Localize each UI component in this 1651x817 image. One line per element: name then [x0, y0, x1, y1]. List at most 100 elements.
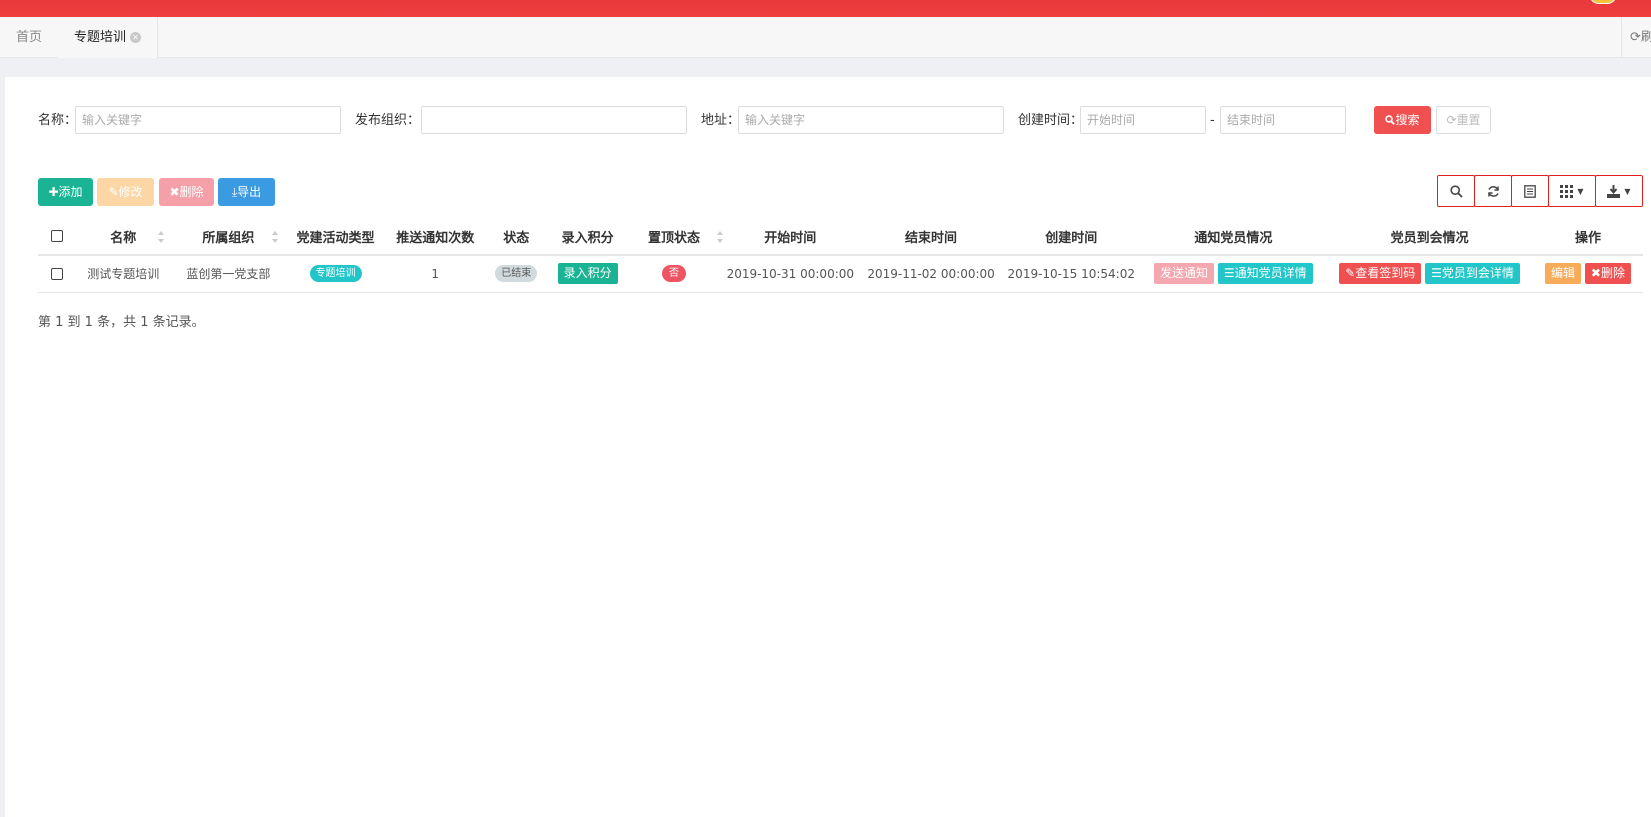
org-label: 发布组织：: [355, 113, 421, 128]
address-search-input[interactable]: [738, 106, 1004, 134]
edit-button-label: 修改: [118, 185, 143, 199]
col-header-name[interactable]: 名称: [75, 218, 172, 256]
refresh-icon: ⟳: [1630, 30, 1641, 45]
tab-special-training[interactable]: 专题培训 ✕: [58, 17, 159, 58]
delete-button-label: 删除: [179, 185, 204, 199]
send-notice-button[interactable]: 发送通知: [1154, 263, 1215, 285]
content-panel: 名称： 发布组织： 地址： 创建时间： - 搜索 ⟳重置 ✚添加 ✎修改 ✖删除…: [5, 77, 1651, 817]
cell-type: 专题培训: [285, 255, 386, 293]
name-search-input[interactable]: [75, 106, 341, 134]
top-header-bar: [0, 0, 1651, 17]
select-all-checkbox[interactable]: [50, 230, 63, 242]
attendance-detail-button[interactable]: ☰党员到会详情: [1425, 263, 1520, 285]
view-sign-code-label: 查看签到码: [1355, 266, 1416, 281]
toggle-view-button[interactable]: [1511, 175, 1549, 207]
col-header-label: 所属组织: [202, 230, 255, 246]
toggle-search-button[interactable]: [1437, 175, 1475, 207]
col-header-top[interactable]: 置顶状态: [627, 218, 724, 256]
cell-start: 2019-10-31 00:00:00: [720, 255, 861, 293]
close-icon[interactable]: ✕: [130, 32, 142, 43]
col-header-end: 结束时间: [860, 218, 1002, 256]
list-icon: ☰: [1223, 266, 1235, 281]
col-header-status: 状态: [484, 218, 548, 256]
user-avatar[interactable]: [1589, 0, 1617, 4]
search-form: 名称： 发布组织： 地址： 创建时间： - 搜索 ⟳重置: [5, 106, 1651, 135]
search-icon: [1385, 115, 1396, 125]
delete-button[interactable]: ✖删除: [159, 178, 214, 206]
tab-home[interactable]: 首页: [0, 17, 60, 58]
top-status-badge[interactable]: 否: [662, 265, 687, 283]
sort-icon[interactable]: [158, 231, 165, 243]
cell-top: 否: [627, 255, 721, 293]
caret-down-icon: ▼: [1577, 186, 1584, 196]
add-button-label: 添加: [58, 185, 83, 199]
end-time-input[interactable]: [1220, 106, 1346, 134]
col-header-label: 名称: [110, 230, 137, 246]
cell-name: 测试专题培训: [75, 255, 172, 293]
reset-button[interactable]: ⟳重置: [1436, 106, 1491, 134]
cell-end: 2019-11-02 00:00:00: [860, 255, 1002, 293]
org-select[interactable]: [421, 106, 687, 134]
col-header-org[interactable]: 所属组织: [171, 218, 286, 256]
col-header-notify: 通知党员情况: [1140, 218, 1327, 256]
export-menu-button[interactable]: ▼: [1595, 175, 1643, 207]
refresh-table-button[interactable]: [1474, 175, 1512, 207]
add-button[interactable]: ✚添加: [38, 178, 93, 206]
cell-actions: 编辑 ✖删除: [1533, 255, 1643, 293]
type-badge: 专题培训: [309, 265, 362, 283]
cell-created: 2019-10-15 10:54:02: [1001, 255, 1141, 293]
table-header-row: 名称 所属组织 党建活动类型 推送通知次数 状态 录入积分 置顶状态 开始时间 …: [38, 218, 1643, 256]
start-time-input[interactable]: [1080, 106, 1206, 134]
col-header-start: 开始时间: [720, 218, 861, 256]
col-header-push-count: 推送通知次数: [385, 218, 485, 256]
row-delete-label: 删除: [1600, 266, 1625, 281]
reset-button-label: 重置: [1456, 113, 1481, 127]
select-all-cell[interactable]: [38, 218, 76, 256]
col-header-actions: 操作: [1533, 218, 1643, 256]
edit-button[interactable]: ✎修改: [97, 178, 154, 206]
col-header-type: 党建活动类型: [285, 218, 386, 256]
close-icon: ✖: [169, 185, 180, 199]
pagination-info: 第 1 到 1 条，共 1 条记录。: [38, 315, 205, 330]
search-icon: [1449, 184, 1463, 198]
col-header-created: 创建时间: [1001, 218, 1141, 256]
tab-home-label: 首页: [16, 30, 43, 45]
edit-icon: ✎: [1345, 266, 1356, 281]
table-tools: ▼ ▼: [1437, 175, 1643, 207]
cell-push-count: 1: [385, 255, 485, 293]
tab-bar: 首页 专题培训✕ ⟳刷: [0, 17, 1651, 58]
enter-score-button[interactable]: 录入积分: [557, 263, 618, 285]
export-button-label: 导出: [237, 185, 262, 199]
grid-icon: [1560, 184, 1574, 198]
notice-detail-button[interactable]: ☰通知党员详情: [1217, 263, 1313, 285]
cell-status: 已结束: [484, 255, 548, 293]
caret-down-icon: ▼: [1624, 186, 1631, 196]
search-button[interactable]: 搜索: [1374, 106, 1431, 134]
view-sign-code-button[interactable]: ✎查看签到码: [1339, 263, 1422, 285]
plus-icon: ✚: [48, 185, 59, 199]
sort-icon[interactable]: [272, 231, 279, 243]
row-delete-button[interactable]: ✖删除: [1584, 263, 1631, 285]
range-separator: -: [1210, 113, 1215, 128]
notice-detail-label: 通知党员详情: [1234, 266, 1307, 281]
tab-current-label: 专题培训: [74, 30, 127, 45]
refresh-icon: [1487, 185, 1499, 197]
cell-attendance: ✎查看签到码 ☰党员到会详情: [1326, 255, 1534, 293]
status-badge: 已结束: [495, 265, 538, 283]
address-label: 地址：: [701, 113, 741, 128]
cell-org: 蓝创第一党支部: [171, 255, 286, 293]
name-label: 名称：: [38, 113, 78, 128]
columns-button[interactable]: ▼: [1548, 175, 1596, 207]
row-select-cell[interactable]: [38, 255, 76, 293]
col-header-label: 置顶状态: [648, 230, 701, 246]
export-button[interactable]: ⤓导出: [218, 178, 275, 206]
refresh-tab-button[interactable]: ⟳刷: [1621, 17, 1651, 58]
refresh-icon: ⟳: [1446, 113, 1457, 127]
created-time-label: 创建时间：: [1018, 113, 1084, 128]
close-icon: ✖: [1590, 266, 1601, 281]
col-header-attendance: 党员到会情况: [1326, 218, 1534, 256]
attendance-detail-label: 党员到会详情: [1441, 266, 1514, 281]
row-checkbox[interactable]: [50, 268, 63, 281]
edit-icon: ✎: [108, 185, 119, 199]
row-edit-button[interactable]: 编辑: [1545, 263, 1582, 285]
